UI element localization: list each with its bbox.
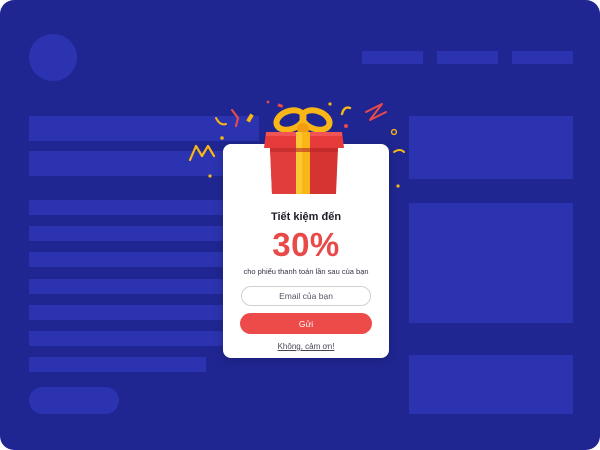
card-placeholder-2: [409, 203, 573, 323]
popup-title: Tiết kiệm đến: [270, 211, 342, 223]
no-thanks-link[interactable]: Không, cảm ơn!: [223, 342, 389, 351]
nav-placeholder-1: [362, 51, 423, 64]
avatar-placeholder: [29, 34, 77, 81]
card-placeholder-3: [409, 355, 573, 414]
card-placeholder-1: [409, 116, 573, 179]
send-button[interactable]: Gửi: [240, 313, 372, 334]
popup-subtitle: cho phiếu thanh toán lần sau của bạn: [243, 267, 369, 276]
text-line-placeholder: [29, 357, 206, 372]
nav-placeholder-3: [512, 51, 573, 64]
nav-placeholder-2: [437, 51, 498, 64]
gift-box-icon: [264, 107, 344, 194]
button-placeholder: [29, 387, 119, 414]
email-input[interactable]: [241, 286, 371, 306]
background-page: Tiết kiệm đến 30% cho phiếu thanh toán l…: [0, 0, 600, 450]
discount-value: 30%: [272, 226, 340, 263]
